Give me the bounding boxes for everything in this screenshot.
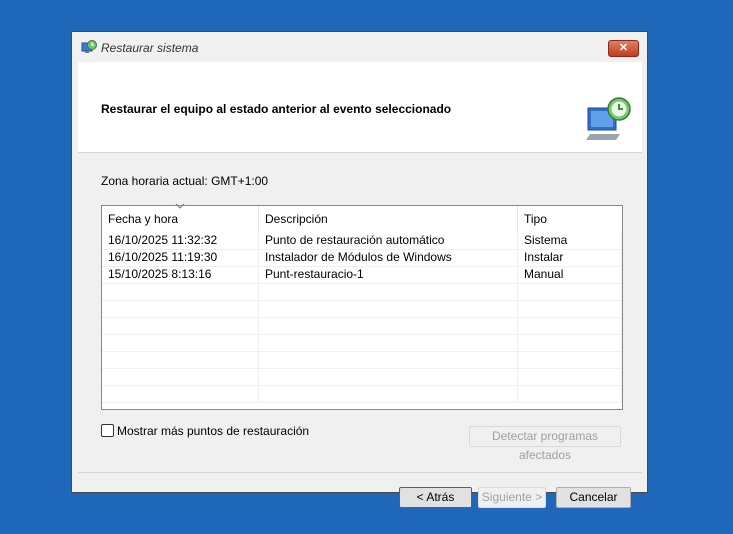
column-header-description[interactable]: Descripción — [259, 206, 518, 232]
detect-programs-button[interactable]: Detectar programas afectados — [469, 426, 621, 462]
checkbox-box[interactable] — [101, 424, 114, 437]
empty-row — [102, 317, 622, 335]
table-row[interactable]: 15/10/2025 8:13:16 Punt-restauracio-1 Ma… — [102, 266, 622, 284]
close-button[interactable]: ✕ — [608, 40, 639, 57]
dialog-header: Restaurar el equipo al estado anterior a… — [78, 62, 642, 153]
column-header-date[interactable]: Fecha y hora — [102, 203, 259, 232]
cell-description: Punt-restauracio-1 — [259, 266, 518, 283]
list-body: 16/10/2025 11:32:32 Punto de restauració… — [102, 232, 622, 409]
empty-row — [102, 351, 622, 369]
next-button[interactable]: Siguiente > — [478, 487, 546, 508]
cell-date: 16/10/2025 11:32:32 — [102, 232, 259, 249]
footer-divider — [78, 472, 642, 473]
cell-type: Manual — [518, 266, 622, 283]
empty-row — [102, 300, 622, 318]
empty-row — [102, 385, 622, 403]
restore-window: Restaurar sistema ✕ Restaurar el equipo … — [71, 31, 648, 508]
page-title: Restaurar el equipo al estado anterior a… — [101, 102, 452, 116]
system-restore-icon — [81, 40, 97, 53]
cell-date: 15/10/2025 8:13:16 — [102, 266, 259, 283]
empty-row — [102, 283, 622, 301]
titlebar[interactable]: Restaurar sistema ✕ — [72, 32, 647, 62]
back-button[interactable]: < Atrás — [399, 487, 472, 508]
cell-description: Instalador de Módulos de Windows — [259, 249, 518, 266]
cell-date: 16/10/2025 11:19:30 — [102, 249, 259, 266]
table-row[interactable]: 16/10/2025 11:19:30 Instalador de Módulo… — [102, 249, 622, 267]
column-header-label: Tipo — [524, 212, 547, 226]
show-more-label[interactable]: Mostrar más puntos de restauración — [117, 424, 309, 438]
timezone-label: Zona horaria actual: GMT+1:00 — [101, 174, 269, 188]
table-row[interactable]: 16/10/2025 11:32:32 Punto de restauració… — [102, 232, 622, 250]
empty-row — [102, 368, 622, 386]
cell-type: Instalar — [518, 249, 622, 266]
sort-arrow-icon — [175, 203, 185, 209]
system-restore-icon — [586, 97, 631, 140]
dialog-client: Restaurar el equipo al estado anterior a… — [78, 62, 642, 508]
cell-description: Punto de restauración automático — [259, 232, 518, 249]
cancel-button[interactable]: Cancelar — [556, 487, 631, 508]
restore-points-list[interactable]: Fecha y hora Descripción Tipo 16/10/2025… — [101, 203, 623, 410]
window-title: Restaurar sistema — [101, 41, 199, 55]
cell-type: Sistema — [518, 232, 622, 249]
column-header-type[interactable]: Tipo — [518, 206, 622, 232]
empty-row — [102, 334, 622, 352]
list-header: Fecha y hora Descripción Tipo — [102, 203, 622, 232]
column-header-label: Fecha y hora — [108, 212, 179, 226]
column-header-label: Descripción — [265, 212, 328, 226]
